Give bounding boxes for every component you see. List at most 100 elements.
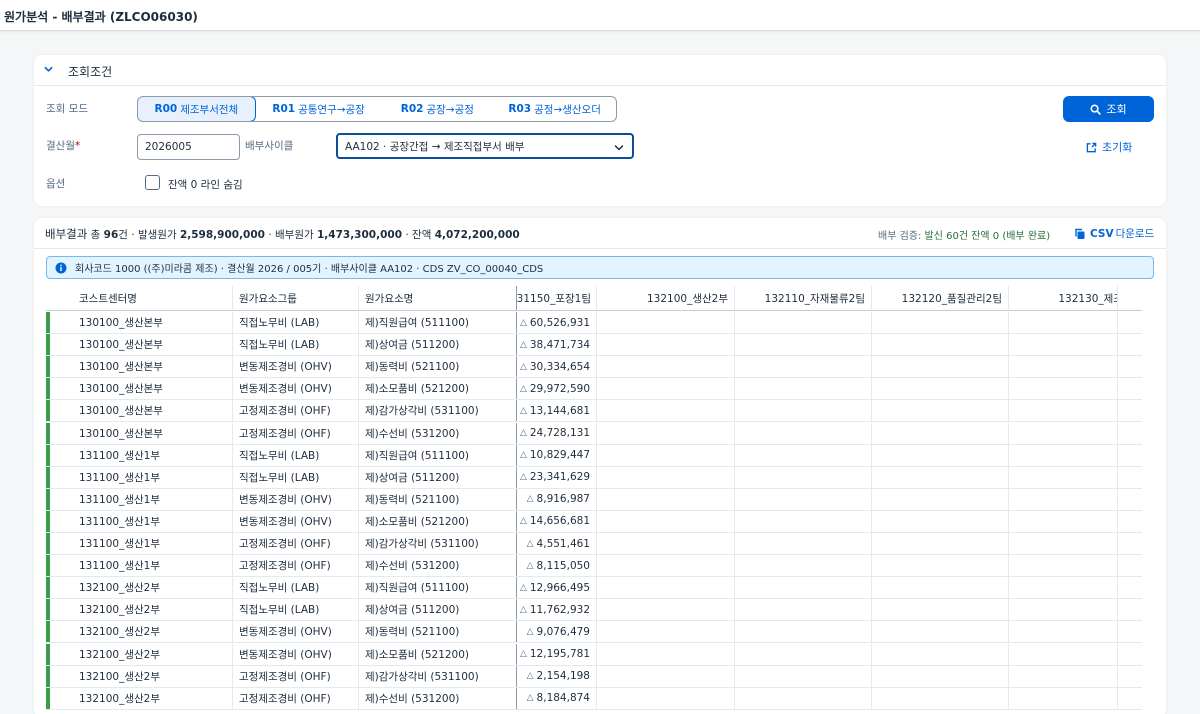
- table-cell: 제)상여금 (511200): [359, 599, 517, 621]
- table-row[interactable]: 130100_생산본부 고정제조경비 (OHF) 제)감가상각비 (531100) △…: [46, 400, 1142, 423]
- table-row[interactable]: 131100_생산1부 직접노무비 (LAB) 제)상여금 (511200) △ 23,…: [46, 466, 1142, 489]
- table-row[interactable]: 130100_생산본부 변동제조경비 (OHV) 제)소모품비 (521200) △ 2…: [46, 378, 1142, 401]
- cell-amount: 2,154,198: [536, 670, 590, 683]
- table-cell: 직접노무비 (LAB): [233, 466, 359, 488]
- table-cell: 변동제조경비 (OHV): [233, 621, 359, 643]
- mode-segmented-button[interactable]: R00 제조부서전체 R01 공통연구→공장 R02 공장→공정 R03 공정→생산오더: [137, 96, 617, 122]
- table-row[interactable]: 131100_생산1부 변동제조경비 (OHV) 제)동력비 (521100) △ 8,…: [46, 488, 1142, 511]
- mode-option-r00[interactable]: R00 제조부서전체: [138, 97, 256, 121]
- cell-text: 고정제조경비 (OHF): [239, 560, 331, 573]
- table-cell: 제)감가상각비 (531100): [359, 533, 517, 554]
- cell-amount: 29,972,590: [529, 382, 590, 395]
- table-cell: [1009, 577, 1118, 599]
- cell-amount: 11,762,932: [529, 603, 590, 616]
- search-button[interactable]: 조회: [1063, 96, 1154, 122]
- period-input[interactable]: 2026005: [137, 134, 240, 160]
- table-row[interactable]: 130100_생산본부 직접노무비 (LAB) 제)상여금 (511200) △ 38,…: [46, 334, 1142, 357]
- cell-text: 제)수선비 (531200): [365, 560, 460, 573]
- table-cell: [1009, 533, 1118, 554]
- table-cell: 132100_생산2부: [50, 577, 233, 599]
- table-cell: △ 30,334,654: [517, 356, 597, 378]
- cell-text: 직접노무비 (LAB): [239, 582, 320, 595]
- column-header-1[interactable]: 코스트센터명: [50, 286, 233, 310]
- table-row[interactable]: 132100_생산2부 직접노무비 (LAB) 제)직원급여 (511100) △ 12…: [46, 577, 1142, 600]
- column-header-4[interactable]: 131150_포장1팀: [517, 286, 597, 310]
- table-cell: [735, 665, 872, 687]
- table-row[interactable]: 130100_생산본부 변동제조경비 (OHV) 제)동력비 (521100) △ 30…: [46, 356, 1142, 379]
- table-row[interactable]: 131100_생산1부 변동제조경비 (OHV) 제)소모품비 (521200) △ 1…: [46, 510, 1142, 533]
- table-cell: [597, 334, 735, 356]
- table-cell: 제)동력비 (521100): [359, 488, 517, 510]
- table-cell: 131100_생산1부: [50, 510, 233, 532]
- result-toolbar: 배부결과 총 96건 · 발생원가 2,598,900,000 · 배부원가 1…: [34, 218, 1166, 249]
- mode-label-text: 공통연구→공장: [298, 103, 365, 116]
- cell-text: 131100_생산1부: [79, 515, 160, 528]
- cell-text: 130100_생산본부: [79, 317, 163, 329]
- table-row[interactable]: 132100_생산2부 고정제조경비 (OHF) 제)감가상각비 (531100) △…: [46, 665, 1142, 688]
- cycle-select[interactable]: AA102 · 공장간접 → 제조직접부서 배부: [336, 133, 634, 159]
- table-cell: 제)수선비 (531200): [359, 687, 517, 709]
- table-row[interactable]: 132100_생산2부 변동제조경비 (OHV) 제)소모품비 (521200) △ 1…: [46, 643, 1142, 666]
- hide-zero-checkbox[interactable]: [145, 175, 160, 190]
- table-row[interactable]: 132100_생산2부 고정제조경비 (OHF) 제)수선비 (531200) △ 8,…: [46, 687, 1142, 710]
- table-cell: [872, 488, 1009, 510]
- table-cell: [872, 334, 1009, 356]
- cell-text: 제)감가상각비 (531100): [365, 670, 479, 683]
- column-header-5[interactable]: 132100_생산2부: [597, 286, 735, 310]
- table-row[interactable]: 132100_생산2부 직접노무비 (LAB) 제)상여금 (511200) △ 11,…: [46, 599, 1142, 622]
- table-cell: [735, 687, 872, 709]
- table-cell: 131100_생산1부: [50, 466, 233, 488]
- balance-prefix: · 잔액: [402, 229, 435, 241]
- cell-text: 제)감가상각비 (531100): [365, 538, 479, 550]
- mode-option-r02[interactable]: R02 공장→공정: [381, 97, 493, 121]
- cell-text: 변동제조경비 (OHV): [239, 383, 332, 396]
- cell-text: 고정제조경비 (OHF): [239, 538, 331, 550]
- mode-option-r01[interactable]: R01 공통연구→공장: [256, 97, 382, 121]
- table-cell: △ 11,762,932: [517, 599, 597, 621]
- column-header-2[interactable]: 원가요소그룹: [233, 286, 359, 310]
- mode-code: R02: [400, 103, 424, 115]
- table-cell: 고정제조경비 (OHF): [233, 687, 359, 709]
- column-header-label: 코스트센터명: [79, 292, 137, 305]
- table-cell: 고정제조경비 (OHF): [233, 400, 359, 422]
- mode-code: R01: [272, 103, 296, 115]
- table-cell: 변동제조경비 (OHV): [233, 378, 359, 400]
- table-cell: [735, 599, 872, 621]
- csv-download-button[interactable]: CSV 다운로드: [1074, 226, 1154, 241]
- table-cell: [1009, 599, 1118, 621]
- table-row[interactable]: 131100_생산1부 고정제조경비 (OHF) 제)수선비 (531200) △ 8,…: [46, 555, 1142, 578]
- table-row[interactable]: 130100_생산본부 고정제조경비 (OHF) 제)수선비 (531200) △ 24…: [46, 422, 1142, 445]
- column-header-3[interactable]: 원가요소명: [359, 286, 517, 310]
- table-cell: [872, 312, 1009, 333]
- table-cell: 고정제조경비 (OHF): [233, 422, 359, 444]
- column-header-8[interactable]: 132130_제조: [1009, 286, 1118, 310]
- table-row[interactable]: 131100_생산1부 고정제조경비 (OHF) 제)감가상각비 (531100) △…: [46, 533, 1142, 555]
- column-header-label: 원가요소그룹: [239, 292, 297, 305]
- table-row[interactable]: 130100_생산본부 직접노무비 (LAB) 제)직원급여 (511100) △ 60…: [46, 312, 1142, 334]
- search-button-label: 조회: [1106, 103, 1127, 116]
- hide-zero-label[interactable]: 잔액 0 라인 숨김: [168, 177, 243, 192]
- chevron-down-icon[interactable]: [44, 65, 53, 74]
- mode-option-r03[interactable]: R03 공정→생산오더: [493, 97, 616, 121]
- table-cell: [1009, 466, 1118, 488]
- column-header-7[interactable]: 132120_품질관리2팀: [872, 286, 1009, 310]
- copy-icon: [1075, 228, 1085, 239]
- count-suffix: 건 · 발생원가: [118, 229, 180, 241]
- column-header-6[interactable]: 132110_자재물류2팀: [735, 286, 872, 310]
- table-cell: [872, 577, 1009, 599]
- cell-text: 제)직원급여 (511100): [365, 317, 470, 329]
- reset-button[interactable]: 초기화: [1086, 139, 1132, 155]
- cell-text: 132100_생산2부: [79, 692, 160, 705]
- table-row[interactable]: 132100_생산2부 변동제조경비 (OHV) 제)동력비 (521100) △ 9,…: [46, 621, 1142, 644]
- filter-panel-header[interactable]: 조회조건: [34, 55, 1166, 86]
- table-cell: [597, 687, 735, 709]
- cell-text: 131100_생산1부: [79, 449, 160, 462]
- table-row[interactable]: 131100_생산1부 직접노무비 (LAB) 제)직원급여 (511100) △ 10…: [46, 444, 1142, 467]
- cell-amount: 10,829,447: [529, 449, 590, 462]
- column-header-label: 131150_포장1팀: [517, 292, 591, 305]
- cell-text: 제)직원급여 (511100): [365, 582, 470, 595]
- table-cell: 130100_생산본부: [50, 400, 233, 422]
- cell-text: 직접노무비 (LAB): [239, 449, 320, 462]
- cell-text: 제)수선비 (531200): [365, 692, 460, 705]
- cell-amount: 14,656,681: [529, 515, 590, 528]
